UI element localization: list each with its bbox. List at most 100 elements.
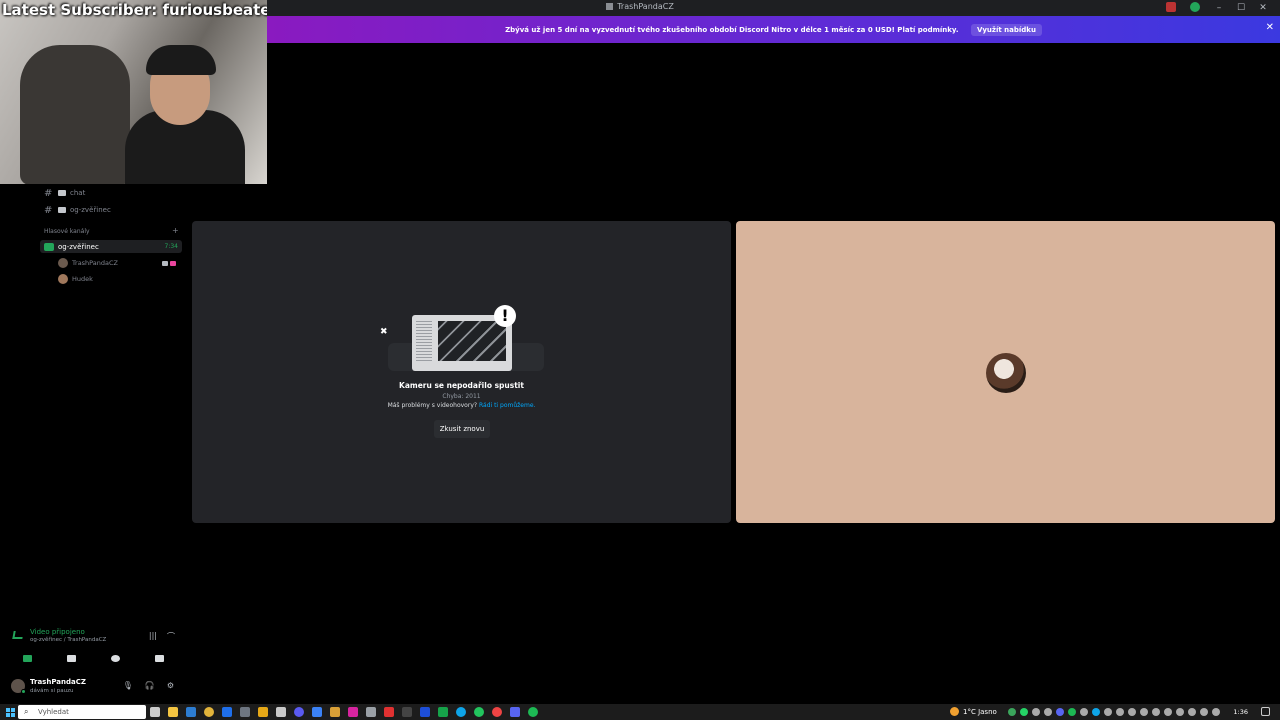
app-icon[interactable] — [294, 707, 304, 717]
weather-text: 1°C Jasno — [963, 707, 997, 716]
weather-widget[interactable]: 1°C Jasno — [950, 707, 997, 716]
activities-icon — [110, 654, 120, 662]
sun-icon — [950, 707, 959, 716]
voice-channel-label: og-zvěřinec — [58, 242, 99, 251]
voice-user-name: Hudek — [72, 275, 93, 283]
inbox-icon[interactable] — [1166, 2, 1176, 12]
voice-user-trashpandacz[interactable]: TrashPandaCZ — [58, 256, 176, 270]
headphones-icon[interactable]: 🎧 — [145, 681, 155, 690]
voice-connection-panel: Video připojeno og-zvěřinec / TrashPanda… — [5, 625, 181, 673]
clock[interactable]: 1:36 — [1233, 708, 1248, 716]
tray-icon[interactable] — [1140, 708, 1148, 716]
maximize-button[interactable]: ☐ — [1230, 1, 1252, 15]
camera-error-code: Chyba: 2011 — [442, 393, 481, 400]
app-icon[interactable] — [492, 707, 502, 717]
live-icon — [170, 260, 176, 266]
tray-icon[interactable] — [1080, 708, 1088, 716]
screen-share-icon — [66, 654, 76, 662]
start-button[interactable] — [6, 708, 15, 717]
microphone-icon[interactable]: 🎙 — [123, 681, 133, 690]
app-icon[interactable] — [330, 707, 340, 717]
camera-button[interactable] — [9, 651, 45, 665]
app-icon[interactable] — [312, 707, 322, 717]
instagram-icon[interactable] — [348, 707, 358, 717]
help-link[interactable]: Rádi ti pomůžeme. — [479, 402, 535, 409]
disconnect-icon[interactable]: ⌒ — [167, 631, 175, 642]
tray-icon[interactable] — [1176, 708, 1184, 716]
remote-video-tile[interactable] — [736, 221, 1275, 523]
camera-icon — [22, 654, 32, 662]
screen-share-button[interactable] — [53, 651, 89, 665]
tray-icon[interactable] — [1020, 708, 1028, 716]
taskbar-search[interactable]: ⌕ Vyhledat — [18, 705, 146, 719]
camera-error-help: Máš problémy s videohovory? Rádi ti pomů… — [387, 402, 536, 409]
file-explorer-icon[interactable] — [168, 707, 178, 717]
hash-icon: # — [44, 187, 53, 199]
tray-icon[interactable] — [1068, 708, 1076, 716]
app-icon[interactable] — [222, 707, 232, 717]
tray-icon[interactable] — [1128, 708, 1136, 716]
chrome-icon[interactable] — [204, 707, 214, 717]
help-icon[interactable] — [1190, 2, 1200, 12]
banner-close-button[interactable]: ✕ — [1266, 22, 1274, 33]
voice-category-header[interactable]: Hlasové kanály — [44, 228, 90, 235]
tray-icon[interactable] — [1152, 708, 1160, 716]
noise-suppression-icon[interactable]: ||| — [149, 631, 157, 642]
close-window-button[interactable]: ✕ — [1252, 1, 1274, 15]
tray-icon[interactable] — [1044, 708, 1052, 716]
webcam-overlay: Latest Subscriber: furiousbeater — [0, 0, 267, 184]
tray-icon[interactable] — [1092, 708, 1100, 716]
channel-label: chat — [70, 189, 86, 197]
tray-icon[interactable] — [1056, 708, 1064, 716]
voice-user-hudek[interactable]: Hudek — [58, 272, 93, 286]
tray-icon[interactable] — [1008, 708, 1016, 716]
app-icon[interactable] — [420, 707, 430, 717]
tray-icon[interactable] — [1116, 708, 1124, 716]
channel-item-og-zverinec[interactable]: # og-zvěřinec — [44, 203, 111, 217]
discord-window: TrashPandaCZ – ☐ ✕ Zbývá už jen 5 dní na… — [0, 0, 1280, 720]
voice-channel-og-zverinec[interactable]: og-zvěřinec 7:34 — [40, 240, 182, 253]
chat-bubble-icon — [58, 207, 66, 213]
add-channel-button[interactable]: + — [172, 226, 179, 235]
window-title: TrashPandaCZ — [617, 2, 674, 11]
local-video-tile[interactable]: ! ✖ Kameru se nepodařilo spustit Chyba: … — [192, 221, 731, 523]
tray-icon[interactable] — [1200, 708, 1208, 716]
nitro-banner: Zbývá už jen 5 dní na vyzvednutí tvého z… — [267, 16, 1280, 43]
discord-icon[interactable] — [510, 707, 520, 717]
avatar — [986, 353, 1026, 393]
spotify-icon[interactable] — [528, 707, 538, 717]
app-icon[interactable] — [474, 707, 484, 717]
settings-icon[interactable]: ⚙ — [167, 681, 174, 690]
app-icon[interactable] — [240, 707, 250, 717]
latest-subscriber-text: Latest Subscriber: furiousbeater — [2, 1, 267, 19]
app-icon[interactable] — [258, 707, 268, 717]
app-icon[interactable] — [402, 707, 412, 717]
activities-button[interactable] — [97, 651, 133, 665]
app-icon[interactable] — [366, 707, 376, 717]
soundboard-button[interactable] — [141, 651, 177, 665]
app-icon — [606, 3, 614, 10]
exclamation-icon: ! — [494, 305, 516, 327]
tray-icon[interactable] — [1104, 708, 1112, 716]
camera-error-illustration: ! ✖ — [380, 305, 544, 373]
signal-icon[interactable] — [12, 631, 24, 639]
banner-cta-button[interactable]: Využít nabídku — [970, 24, 1042, 36]
channel-item-chat[interactable]: # chat — [44, 186, 85, 200]
tray-icon[interactable] — [1212, 708, 1220, 716]
tray-icon[interactable] — [1164, 708, 1172, 716]
notification-icon[interactable] — [1261, 707, 1270, 716]
app-icon[interactable] — [186, 707, 196, 717]
voice-location[interactable]: og-zvěřinec / TrashPandaCZ — [30, 637, 106, 643]
taskbar-apps — [150, 707, 538, 717]
tray-icon[interactable] — [1032, 708, 1040, 716]
app-icon[interactable] — [456, 707, 466, 717]
retry-button[interactable]: Zkusit znovu — [434, 420, 490, 438]
app-icon[interactable] — [276, 707, 286, 717]
chat-bubble-icon — [58, 190, 66, 196]
tray-icon[interactable] — [1188, 708, 1196, 716]
app-icon[interactable] — [438, 707, 448, 717]
camera-icon — [162, 260, 168, 266]
task-view-icon[interactable] — [150, 707, 160, 717]
app-icon[interactable] — [384, 707, 394, 717]
minimize-button[interactable]: – — [1208, 1, 1230, 15]
